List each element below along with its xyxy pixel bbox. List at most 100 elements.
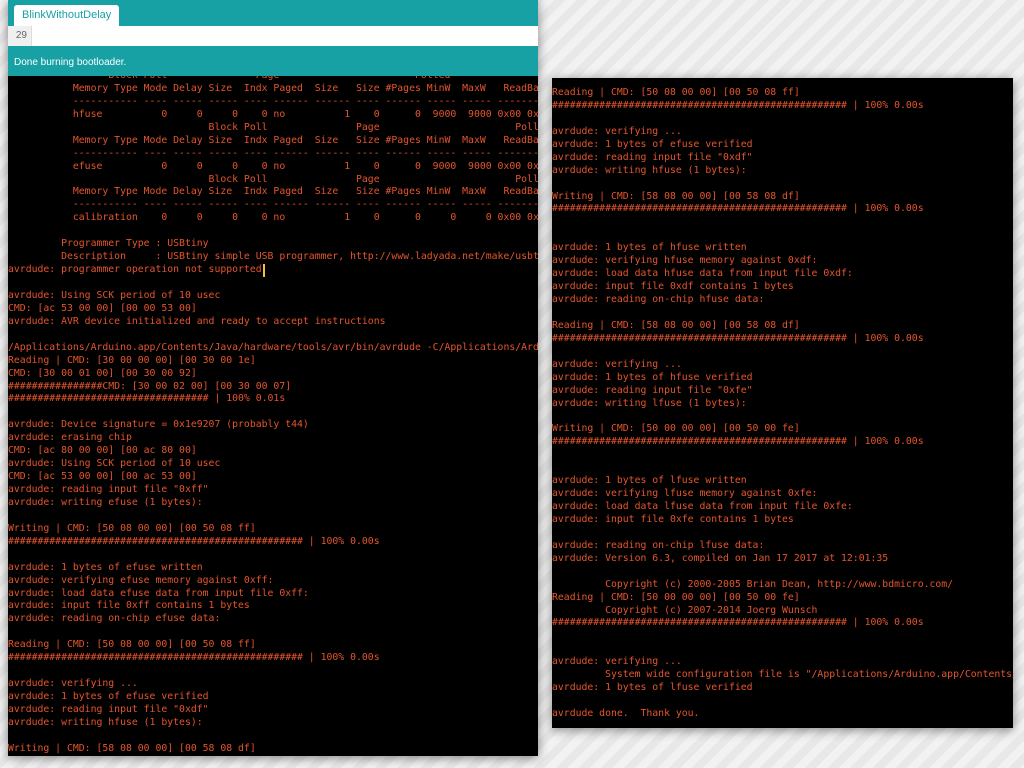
console-line-text: avrdude done. Thank you. [552, 708, 700, 719]
status-bar: Done burning bootloader. [8, 46, 538, 76]
console-line-text: avrdude: reading input file "0xdf" [8, 703, 209, 715]
console-line-text: Writing | CMD: [50 08 00 00] [00 50 08 f… [8, 522, 256, 534]
console-line-text: ########################################… [8, 535, 380, 547]
console-line-text: avrdude: input file 0xdf contains 1 byte… [552, 281, 794, 293]
console-line: ########################################… [552, 617, 1013, 630]
console-line: ########################################… [552, 203, 1013, 216]
console-line-text: Writing | CMD: [58 08 00 00] [00 58 08 d… [552, 190, 800, 202]
console-line-text: avrdude: erasing chip [8, 432, 132, 444]
console-line-text: Memory Type Mode Delay Size Indx Paged S… [8, 82, 538, 94]
console-line-text: avrdude: verifying ... [8, 678, 138, 690]
console-line: efuse 0 0 0 0 no 1 0 0 9000 9000 0x00 0x… [8, 161, 538, 174]
console-output[interactable]: Block Poll Page Polled Memory Type Mode … [8, 76, 538, 756]
console-line-text: Reading | CMD: [58 08 00 00] [00 58 08 d… [552, 319, 800, 331]
console-line-text: avrdude: reading on-chip hfuse data: [552, 294, 765, 305]
console-line-text: Block Poll Page Polled [8, 173, 538, 185]
console-output-continued[interactable]: Reading | CMD: [50 08 00 00] [00 50 08 f… [552, 78, 1013, 728]
console-line: avrdude: verifying ... [552, 126, 1013, 139]
console-line: Copyright (c) 2007-2014 Joerg Wunsch [552, 605, 1013, 618]
console-line-text: avrdude: Version 6.3, compiled on Jan 17… [552, 552, 889, 564]
console-line: Writing | CMD: [58 08 00 00] [00 58 08 d… [8, 743, 538, 756]
console-line-text: avrdude: input file 0xfe contains 1 byte… [552, 513, 794, 525]
console-line-text: ########################################… [552, 203, 924, 215]
console-line: avrdude: writing efuse (1 bytes): [8, 497, 538, 510]
console-line-text: CMD: [ac 80 00 00] [00 ac 80 00] [8, 445, 197, 457]
console-line-text: Block Poll Page Polled [8, 121, 538, 133]
console-line-text: ########################################… [552, 332, 924, 344]
console-line-text: avrdude: 1 bytes of efuse verified [552, 138, 753, 150]
console-line: avrdude: verifying efuse memory against … [8, 575, 538, 588]
tab-sketch[interactable]: BlinkWithoutDelay [14, 5, 120, 26]
console-line: Description : USBtiny simple USB program… [8, 251, 538, 264]
console-line-text: Description : USBtiny simple USB program… [8, 251, 538, 263]
console-line-text: avrdude: 1 bytes of lfuse written [552, 475, 747, 487]
console-line-text: avrdude: 1 bytes of lfuse verified [552, 682, 753, 694]
console-line-text: avrdude: reading input file "0xfe" [552, 384, 753, 396]
console-line-text: CMD: [ac 53 00 00] [00 ac 53 00] [8, 471, 197, 483]
console-line-text: Copyright (c) 2000-2005 Brian Dean, http… [552, 578, 954, 590]
console-line: avrdude: reading input file "0xdf" [8, 704, 538, 717]
console-line-text: avrdude: 1 bytes of hfuse verified [552, 371, 753, 383]
console-line: avrdude: load data efuse data from input… [8, 588, 538, 601]
console-line: avrdude: erasing chip [8, 432, 538, 445]
console-line-text: CMD: [30 00 01 00] [00 30 00 92] [8, 367, 197, 379]
console-line-text: avrdude: reading on-chip efuse data: [8, 613, 221, 625]
console-line-text: avrdude: verifying hfuse memory against … [552, 255, 818, 267]
console-line: Programmer Type : USBtiny [8, 238, 538, 251]
console-line-text: /Applications/Arduino.app/Contents/Java/… [8, 341, 538, 353]
console-line: avrdude: writing lfuse (1 bytes): [552, 398, 1013, 411]
console-line: CMD: [ac 80 00 00] [00 ac 80 00] [8, 445, 538, 458]
console-line: Reading | CMD: [30 00 00 00] [00 30 00 1… [8, 355, 538, 368]
console-line: avrdude: load data hfuse data from input… [552, 268, 1013, 281]
console-line: ################################## | 100… [8, 393, 538, 406]
console-line-text: avrdude: verifying ... [552, 358, 682, 370]
console-line: CMD: [ac 53 00 00] [00 00 53 00] [8, 303, 538, 316]
console-line: avrdude: input file 0xff contains 1 byte… [8, 600, 538, 613]
console-line-text: avrdude: load data hfuse data from input… [552, 268, 853, 280]
console-line: CMD: [ac 53 00 00] [00 ac 53 00] [8, 471, 538, 484]
console-line-text: ########################################… [552, 436, 924, 448]
console-line: Block Poll Page Polled [8, 122, 538, 135]
console-line-text: ----------- ---- ----- ----- ---- ------… [8, 95, 538, 107]
console-line-text: avrdude: writing efuse (1 bytes): [8, 496, 203, 508]
console-line-text: avrdude: 1 bytes of efuse verified [8, 691, 209, 702]
console-line-text: hfuse 0 0 0 0 no 1 0 0 9000 9000 0x00 0x… [8, 108, 538, 120]
line-number: 29 [8, 26, 32, 46]
console-line: avrdude: 1 bytes of efuse verified [552, 139, 1013, 152]
console-line-text: Writing | CMD: [50 00 00 00] [00 50 00 f… [552, 423, 800, 435]
code-editor[interactable]: 29 [8, 26, 538, 46]
console-line: avrdude: reading input file "0xfe" [552, 385, 1013, 398]
console-line-text: ################CMD: [30 00 02 00] [00 3… [8, 380, 292, 392]
console-line-text: avrdude: load data lfuse data from input… [552, 501, 853, 512]
console-line-text: ########################################… [552, 99, 924, 111]
console-line-text: Reading | CMD: [50 08 00 00] [00 50 08 f… [552, 87, 800, 98]
console-line: avrdude: verifying ... [552, 359, 1013, 372]
console-line: avrdude: reading input file "0xdf" [552, 152, 1013, 165]
console-line: avrdude: reading on-chip efuse data: [8, 613, 538, 626]
console-line-text: ########################################… [552, 617, 924, 629]
console-line: avrdude: 1 bytes of lfuse verified [552, 682, 1013, 695]
console-line: avrdude: AVR device initialized and read… [8, 316, 538, 329]
console-line: Writing | CMD: [50 08 00 00] [00 50 08 f… [8, 523, 538, 536]
console-line-text: ----------- ---- ----- ----- ---- ------… [8, 199, 538, 211]
console-line-text: ################################## | 100… [8, 393, 286, 405]
console-line: avrdude: 1 bytes of efuse verified [8, 691, 538, 704]
console-line: avrdude: 1 bytes of hfuse verified [552, 372, 1013, 385]
console-line: Reading | CMD: [50 00 00 00] [00 50 00 f… [552, 592, 1013, 605]
console-line: /Applications/Arduino.app/Contents/Java/… [8, 342, 538, 355]
